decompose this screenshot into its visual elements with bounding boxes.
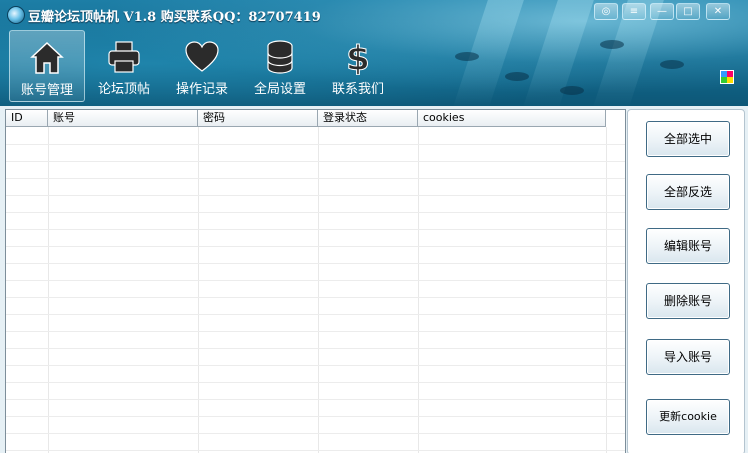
skin-palette-icon[interactable] xyxy=(720,70,734,84)
nav-item-global-settings[interactable]: 全局设置 xyxy=(243,30,317,100)
title-bar[interactable]: 豆瓣论坛顶帖机 V1.8 购买联系QQ：82707419 ◎ ≡ — □ ✕ xyxy=(0,0,748,28)
fish-decoration xyxy=(505,72,529,81)
action-panel: 全部选中 全部反选 编辑账号 删除账号 导入账号 更新cookie xyxy=(627,109,745,453)
home-icon xyxy=(30,41,64,74)
column-header-cookies[interactable]: cookies xyxy=(418,110,606,126)
grid-row-line xyxy=(6,297,625,298)
grid-row-line xyxy=(6,416,625,417)
grid-column-line xyxy=(418,127,419,453)
grid-row-line xyxy=(6,212,625,213)
grid-row-line xyxy=(6,433,625,434)
grid-row-line xyxy=(6,399,625,400)
grid-row-line xyxy=(6,263,625,264)
minimize-icon[interactable]: — xyxy=(650,3,674,20)
grid-row-line xyxy=(6,178,625,179)
edit-account-button[interactable]: 编辑账号 xyxy=(646,228,730,264)
invert-selection-button[interactable]: 全部反选 xyxy=(646,174,730,210)
database-icon xyxy=(267,40,293,74)
nav-label: 全局设置 xyxy=(253,82,306,97)
nav-label: 论坛顶帖 xyxy=(97,82,150,97)
content-area: ID 账号 密码 登录状态 cookies 全部选中 全部反选 编辑账号 删除账… xyxy=(0,106,748,453)
nav-item-forum-bump[interactable]: 论坛顶帖 xyxy=(87,30,161,100)
grid-row-line xyxy=(6,229,625,230)
grid-row-line xyxy=(6,348,625,349)
svg-text:$: $ xyxy=(346,39,370,75)
fish-decoration xyxy=(660,60,684,69)
printer-icon xyxy=(108,41,140,73)
column-header-password[interactable]: 密码 xyxy=(198,110,318,126)
fish-decoration xyxy=(560,86,584,95)
nav-item-account-management[interactable]: 账号管理 xyxy=(9,30,85,102)
window-title: 豆瓣论坛顶帖机 V1.8 购买联系QQ：82707419 xyxy=(28,10,321,25)
grid-column-line xyxy=(48,127,49,453)
grid-row-line xyxy=(6,246,625,247)
fish-decoration xyxy=(600,40,624,49)
grid-row-line xyxy=(6,314,625,315)
grid-row-line xyxy=(6,280,625,281)
heart-icon xyxy=(185,41,219,72)
menu-icon[interactable]: ≡ xyxy=(622,3,646,20)
nav-label: 账号管理 xyxy=(20,83,73,98)
account-list[interactable]: ID 账号 密码 登录状态 cookies xyxy=(5,109,626,453)
select-all-button[interactable]: 全部选中 xyxy=(646,121,730,157)
grid-column-line xyxy=(318,127,319,453)
grid-row-line xyxy=(6,365,625,366)
grid-row-line xyxy=(6,331,625,332)
grid-row-line xyxy=(6,144,625,145)
fish-decoration xyxy=(455,52,479,61)
import-account-button[interactable]: 导入账号 xyxy=(646,339,730,375)
column-header-account[interactable]: 账号 xyxy=(48,110,198,126)
list-header: ID 账号 密码 登录状态 cookies xyxy=(6,110,606,127)
dollar-icon: $ xyxy=(346,39,371,75)
grid-row-line xyxy=(6,195,625,196)
close-icon[interactable]: ✕ xyxy=(706,3,730,20)
column-header-id[interactable]: ID xyxy=(6,110,48,126)
nav-label: 联系我们 xyxy=(331,82,384,97)
chat-icon[interactable]: ◎ xyxy=(594,3,618,20)
delete-account-button[interactable]: 删除账号 xyxy=(646,283,730,319)
nav-item-contact-us[interactable]: $ 联系我们 xyxy=(321,30,395,100)
nav-label: 操作记录 xyxy=(175,82,228,97)
grid-column-line xyxy=(198,127,199,453)
app-icon xyxy=(7,6,25,24)
column-header-login-status[interactable]: 登录状态 xyxy=(318,110,418,126)
nav-item-operation-log[interactable]: 操作记录 xyxy=(165,30,239,100)
main-window: 豆瓣论坛顶帖机 V1.8 购买联系QQ：82707419 ◎ ≡ — □ ✕ 账… xyxy=(0,0,748,453)
grid-row-line xyxy=(6,382,625,383)
grid-row-line xyxy=(6,450,625,451)
grid-row-line xyxy=(6,161,625,162)
maximize-icon[interactable]: □ xyxy=(676,3,700,20)
refresh-cookie-button[interactable]: 更新cookie xyxy=(646,399,730,435)
grid-column-line xyxy=(606,127,607,453)
